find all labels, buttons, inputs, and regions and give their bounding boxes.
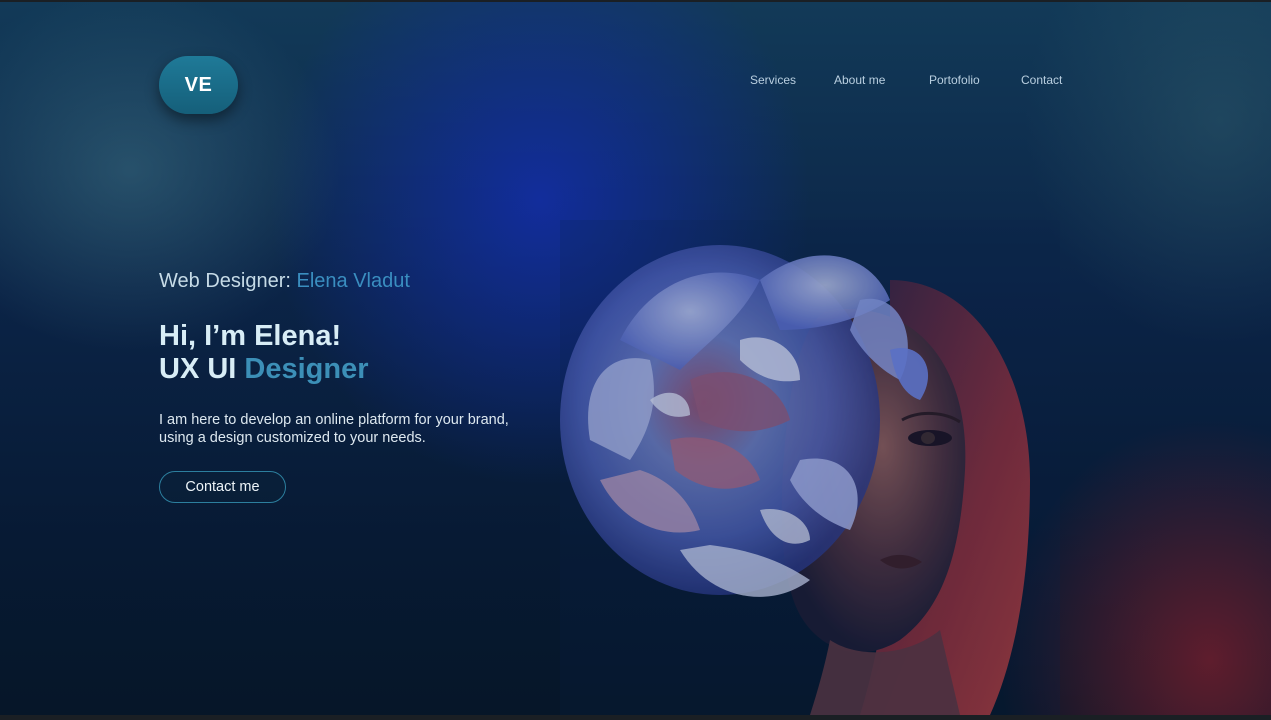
designer-name: Elena Vladut: [296, 270, 410, 292]
headline-line-2: UX UI Designer: [159, 353, 369, 386]
top-border: [0, 0, 1271, 2]
nav-item-services[interactable]: Services: [750, 73, 796, 87]
subtitle-prefix: Web Designer:: [159, 270, 297, 292]
headline-accent: Designer: [244, 353, 369, 385]
hero-subtitle: Web Designer: Elena Vladut: [159, 270, 410, 293]
headline-line-1: Hi, I’m Elena!: [159, 320, 342, 352]
hero-description: I am here to develop an online platform …: [159, 412, 509, 446]
hero-headline: Hi, I’m Elena! UX UI Designer: [159, 320, 369, 386]
contact-me-button[interactable]: Contact me: [159, 471, 286, 503]
nav-item-contact[interactable]: Contact: [1021, 73, 1062, 87]
nav-item-portfolio[interactable]: Portofolio: [929, 73, 980, 87]
logo-text: VE: [184, 73, 213, 96]
bottom-border: [0, 715, 1271, 720]
nav-item-about-me[interactable]: About me: [834, 73, 885, 87]
portrait-with-peony-image: [560, 220, 1060, 715]
headline-prefix: UX UI: [159, 353, 245, 385]
logo[interactable]: VE: [159, 56, 238, 114]
landing-page: VE Services About me Portofolio Contact: [0, 0, 1271, 720]
